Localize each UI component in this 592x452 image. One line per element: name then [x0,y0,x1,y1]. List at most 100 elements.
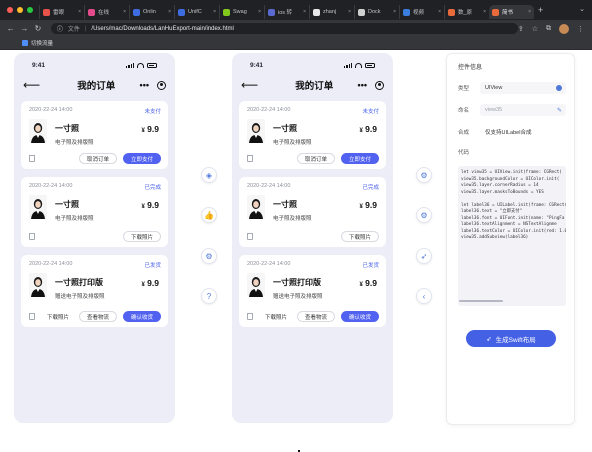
type-info-icon[interactable] [556,85,562,91]
order-action-button[interactable]: 下载照片 [340,231,379,242]
tab-close-icon[interactable]: × [123,9,126,15]
tab-search-chevron-icon[interactable]: ⌄ [579,5,585,13]
order-card[interactable]: 2020-22-24 14:00 已发货 一寸照打印版 赠送电子照及排版照 ¥ … [21,255,168,327]
order-action-button[interactable]: 下载照片 [43,313,73,321]
type-field[interactable]: UIView [480,82,566,94]
type-label: 类型 [458,86,470,92]
trash-icon[interactable] [247,155,253,162]
browser-tab[interactable]: Dock × [354,5,399,19]
order-action-button[interactable]: 立即支付 [340,153,379,164]
record-icon[interactable] [157,80,166,90]
browser-tab[interactable]: Onlin × [129,5,174,19]
order-action-button[interactable]: 取消订单 [296,153,335,164]
tab-close-icon[interactable]: × [483,9,486,15]
gear-icon[interactable]: ⚙ [201,248,217,264]
name-input[interactable]: view35 ✎ [480,104,566,116]
order-action-button[interactable]: 取消订单 [78,153,117,164]
gear-icon[interactable]: ⚙ [416,207,432,223]
browser-tab[interactable]: Swag × [219,5,264,19]
wifi-icon [355,62,362,68]
order-action-button[interactable]: 确认收货 [122,311,161,322]
reload-icon[interactable]: ↻ [31,24,45,33]
order-date: 2020-22-24 14:00 [247,107,291,113]
bookmark-label: 切换流量 [31,41,54,47]
tab-close-icon[interactable]: × [303,9,306,15]
help-icon[interactable]: ? [201,288,217,304]
gear-icon[interactable]: ⚙ [416,167,432,183]
currency-symbol: ¥ [141,282,145,288]
swift-icon: ➶ [486,335,492,343]
forward-arrow-icon[interactable]: → [18,24,32,33]
order-card[interactable]: 2020-22-24 14:00 未支付 一寸照 电子照及排版照 ¥ 9.9 取… [21,101,168,169]
url-field[interactable]: ⓘ 文件 | /Users/mac/Downloads/LanHuExport-… [50,23,518,34]
order-card[interactable]: 2020-22-24 14:00 已完成 一寸照 电子照及排版照 ¥ 9.9 下… [239,177,386,247]
order-card[interactable]: 2020-22-24 14:00 未支付 一寸照 电子照及排版照 ¥ 9.9 取… [239,101,386,169]
browser-tab[interactable]: 数_原 × [444,5,489,19]
tab-close-icon[interactable]: × [528,9,531,15]
order-action-button[interactable]: 下载照片 [261,313,291,321]
trash-icon[interactable] [29,313,35,320]
generate-swift-layout-button[interactable]: ➶ 生成Swift布局 [466,330,556,347]
tab-close-icon[interactable]: × [168,9,171,15]
browser-tab[interactable]: 视频 × [399,5,444,19]
order-card[interactable]: 2020-22-24 14:00 已发货 一寸照打印版 赠送电子照及排版照 ¥ … [239,255,386,327]
browser-tab[interactable]: zhanj × [309,5,354,19]
url-scheme-label: 文件 [67,27,80,33]
tab-close-icon[interactable]: × [393,9,396,15]
chevron-left-icon[interactable]: ‹ [416,288,432,304]
address-bar-row: ← → ↻ ⓘ 文件 | /Users/mac/Downloads/LanHuE… [0,20,592,37]
tab-close-icon[interactable]: × [78,9,81,15]
bookmark-item[interactable]: 切换流量 [22,39,53,47]
tab-close-icon[interactable]: × [258,9,261,15]
bookmark-icon [22,40,28,46]
back-arrow-icon[interactable]: ← [4,24,18,33]
code-output[interactable]: let view35 = UIView.init(frame: CGRect(v… [458,166,566,306]
trash-icon[interactable] [247,233,253,240]
tab-close-icon[interactable]: × [438,9,441,15]
order-action-button[interactable]: 下载照片 [122,231,161,242]
tab-close-icon[interactable]: × [213,9,216,15]
browser-tab[interactable]: UnifC × [174,5,219,19]
star-icon[interactable]: ☆ [532,25,538,33]
back-arrow-icon[interactable]: ⟵ [241,78,261,92]
compass-icon[interactable]: ◈ [201,167,217,183]
minimize-window-button[interactable] [17,7,23,13]
order-action-button[interactable]: 查看物流 [296,311,335,322]
share-icon[interactable]: ⇪ [518,25,524,33]
browser-tab[interactable]: ios 转 × [264,5,309,19]
extensions-icon[interactable]: ⧉ [546,25,551,33]
tab-close-icon[interactable]: × [348,9,351,15]
more-icon[interactable]: ••• [140,80,149,90]
new-tab-button[interactable]: + [538,5,543,15]
order-price: ¥ 9.9 [359,200,377,210]
trash-icon[interactable] [29,233,35,240]
price-value: 9.9 [365,200,377,210]
order-action-button[interactable]: 立即支付 [122,153,161,164]
tab-label: Swag [233,9,247,15]
browser-tab[interactable]: 简书 × [489,5,534,19]
id-photo-thumbnail [29,119,47,143]
browser-tab[interactable]: 雷眼 × [39,5,84,19]
nav-bar: ⟵ 我的订单 ••• [14,77,175,93]
back-arrow-icon[interactable]: ⟵ [23,78,43,92]
swift-icon[interactable]: ➶ [416,248,432,264]
browser-tab[interactable]: 在线 × [84,5,129,19]
trash-icon[interactable] [247,313,253,320]
edit-icon[interactable]: ✎ [557,107,562,114]
profile-avatar[interactable] [559,23,569,34]
order-action-button[interactable]: 查看物流 [78,311,117,322]
order-action-button[interactable]: 确认收货 [340,311,379,322]
order-date: 2020-22-24 14:00 [247,261,291,267]
order-card[interactable]: 2020-22-24 14:00 已完成 一寸照 电子照及排版照 ¥ 9.9 下… [21,177,168,247]
trash-icon[interactable] [29,155,35,162]
menu-icon[interactable]: ⋮ [577,25,584,33]
record-icon[interactable] [375,80,384,90]
order-date: 2020-22-24 14:00 [247,183,291,189]
zoom-window-button[interactable] [27,7,33,13]
thumbs-up-icon[interactable]: 👍 [201,207,217,223]
page-title: 我的订单 [295,81,334,92]
more-icon[interactable]: ••• [358,80,367,90]
phone-preview-left: 9:41 ⟵ 我的订单 ••• 2020-22-24 14:00 未支付 一寸照… [14,53,175,423]
code-horizontal-scrollbar[interactable] [459,300,503,302]
close-window-button[interactable] [7,7,13,13]
